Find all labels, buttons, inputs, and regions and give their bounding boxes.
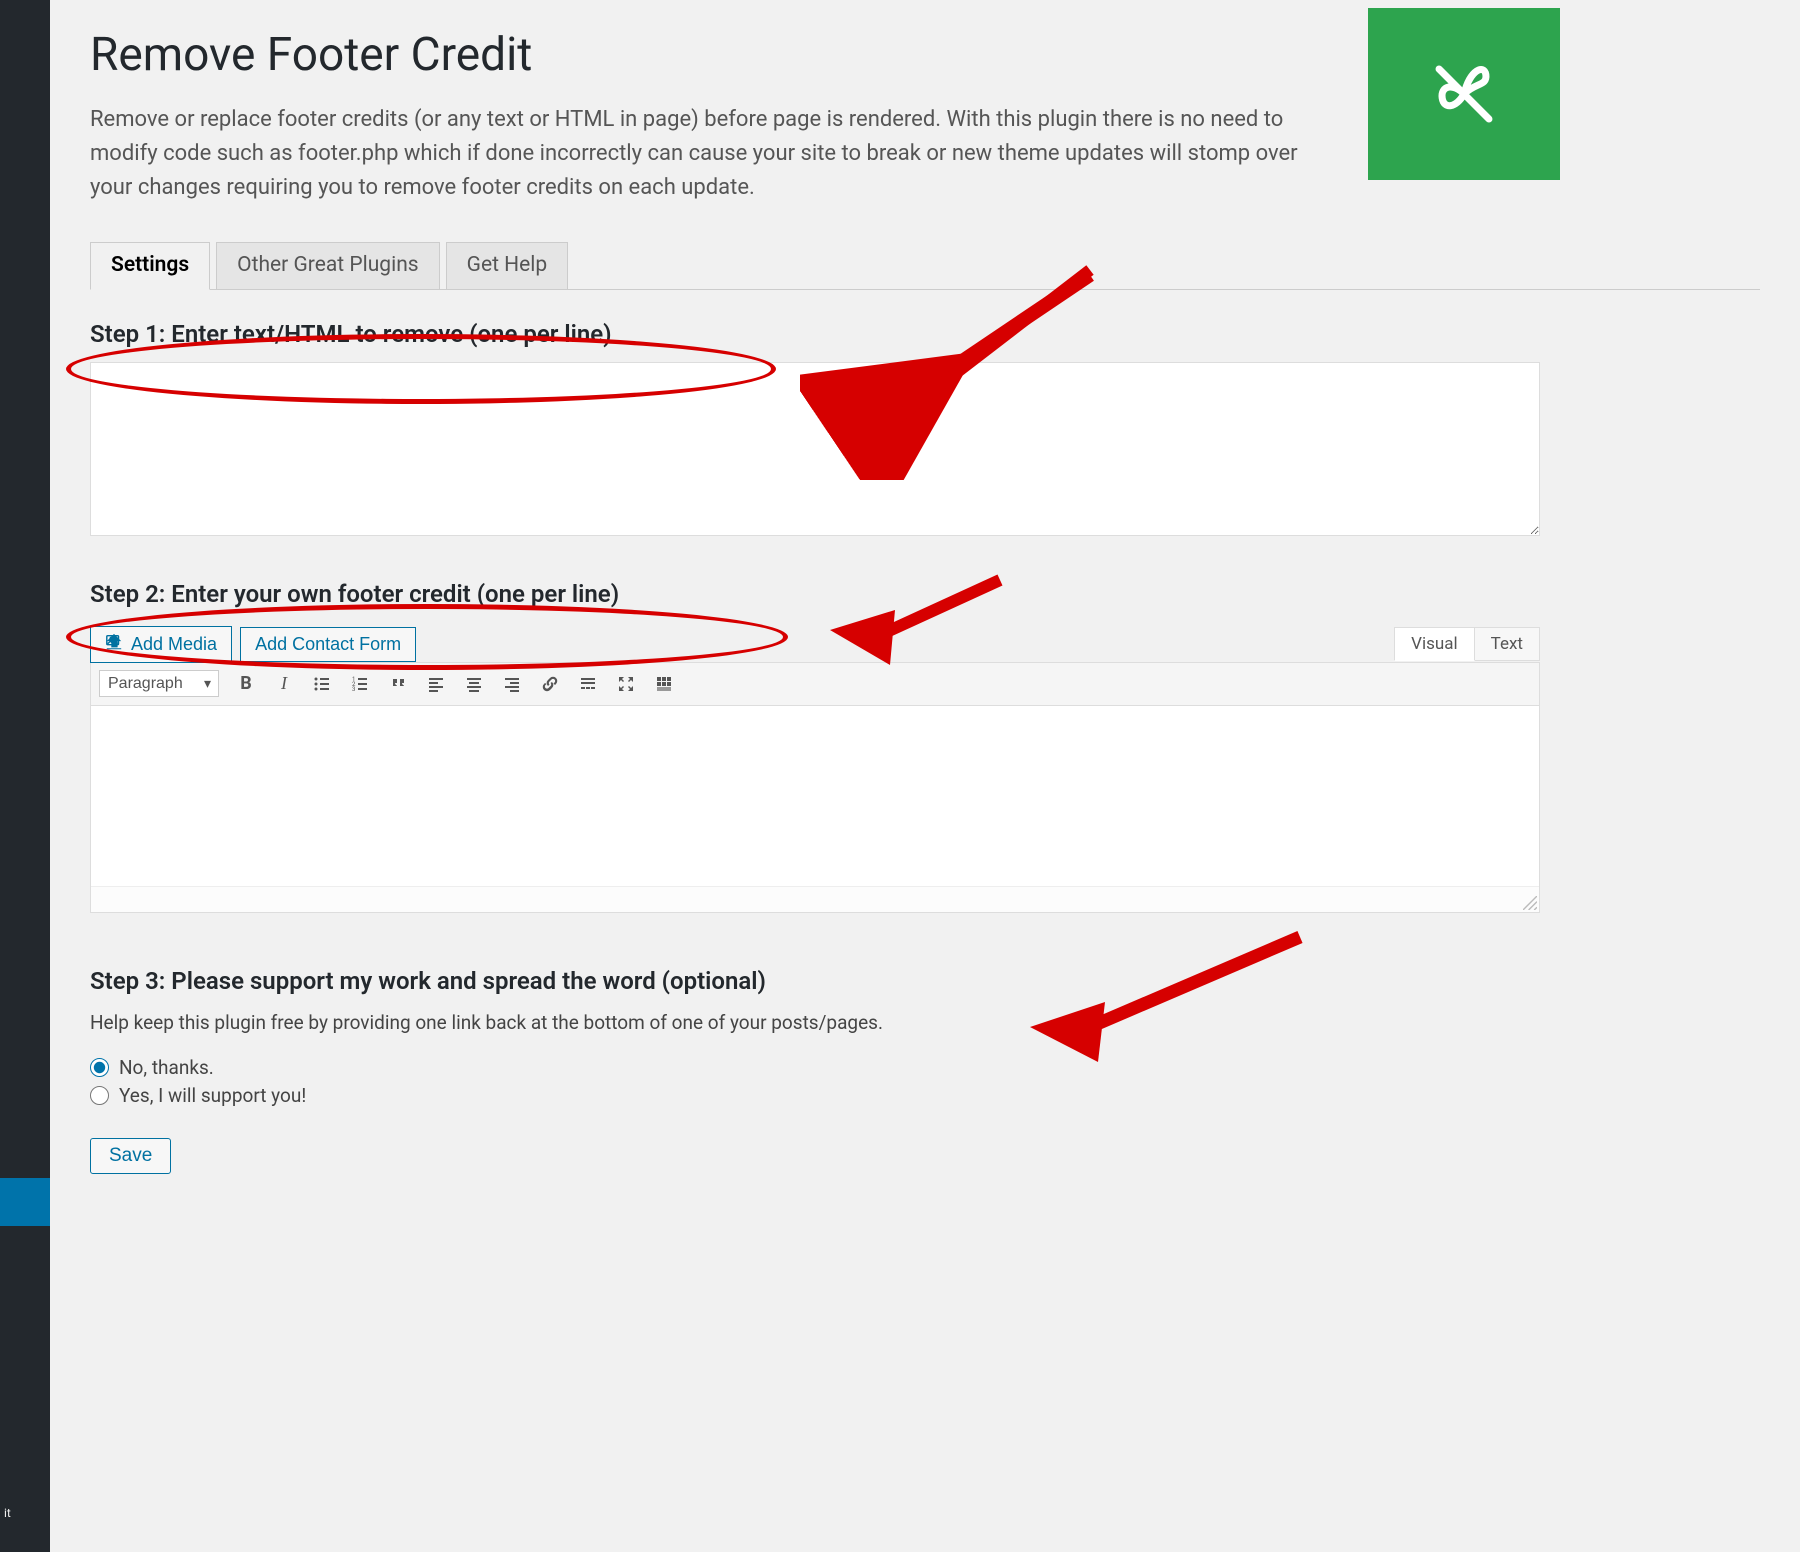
numbered-list-button[interactable]: 123 [343, 669, 377, 699]
insert-more-button[interactable] [571, 669, 605, 699]
editor-tab-visual[interactable]: Visual [1394, 627, 1474, 661]
plugin-logo-icon [1425, 55, 1503, 133]
bold-button[interactable]: B [229, 669, 263, 699]
radio-no-thanks-label: No, thanks. [119, 1056, 214, 1079]
tab-get-help[interactable]: Get Help [446, 242, 569, 289]
editor-tab-text[interactable]: Text [1474, 627, 1540, 661]
align-center-button[interactable] [457, 669, 491, 699]
step1-heading: Step 1: Enter text/HTML to remove (one p… [90, 320, 1760, 348]
insert-link-button[interactable] [533, 669, 567, 699]
editor-body[interactable] [91, 706, 1539, 886]
step3-heading: Step 3: Please support my work and sprea… [90, 967, 1760, 995]
radio-no-thanks[interactable]: No, thanks. [90, 1056, 1760, 1079]
radio-yes-support-input[interactable] [90, 1086, 109, 1105]
align-right-button[interactable] [495, 669, 529, 699]
add-media-label: Add Media [131, 634, 217, 655]
radio-yes-support[interactable]: Yes, I will support you! [90, 1084, 1760, 1107]
step2-heading: Step 2: Enter your own footer credit (on… [90, 580, 1760, 608]
add-media-button[interactable]: Add Media [90, 626, 232, 663]
sidebar-truncated-label: it [0, 1506, 11, 1520]
content-area: Remove Footer Credit Remove or replace f… [50, 0, 1800, 1552]
remove-text-textarea[interactable] [90, 362, 1540, 536]
editor-toolbar: Paragraph B I 123 [91, 663, 1539, 706]
format-select[interactable]: Paragraph [99, 670, 219, 697]
add-contact-form-label: Add Contact Form [255, 634, 401, 655]
radio-yes-support-label: Yes, I will support you! [119, 1084, 306, 1107]
support-radio-group: No, thanks. Yes, I will support you! [90, 1056, 1760, 1107]
svg-text:3: 3 [352, 686, 355, 693]
toolbar-toggle-button[interactable] [647, 669, 681, 699]
radio-no-thanks-input[interactable] [90, 1058, 109, 1077]
fullscreen-button[interactable] [609, 669, 643, 699]
editor-resize-handle-icon[interactable] [1523, 896, 1537, 910]
media-icon [105, 633, 123, 656]
italic-button[interactable]: I [267, 669, 301, 699]
save-button[interactable]: Save [90, 1138, 171, 1174]
add-contact-form-button[interactable]: Add Contact Form [240, 627, 416, 662]
bullet-list-button[interactable] [305, 669, 339, 699]
align-left-button[interactable] [419, 669, 453, 699]
page-title: Remove Footer Credit [90, 28, 1300, 83]
blockquote-button[interactable] [381, 669, 415, 699]
plugin-logo [1368, 8, 1560, 180]
rich-text-editor: Paragraph B I 123 [90, 662, 1540, 913]
tab-other-plugins[interactable]: Other Great Plugins [216, 242, 439, 289]
sidebar-active-indicator[interactable] [0, 1178, 50, 1226]
support-text: Help keep this plugin free by providing … [90, 1011, 1760, 1034]
tab-settings[interactable]: Settings [90, 242, 210, 289]
editor-statusbar [91, 886, 1539, 912]
admin-sidebar: it [0, 0, 50, 1552]
tabs-container: Settings Other Great Plugins Get Help [90, 241, 1760, 289]
page-intro: Remove or replace footer credits (or any… [90, 103, 1300, 205]
